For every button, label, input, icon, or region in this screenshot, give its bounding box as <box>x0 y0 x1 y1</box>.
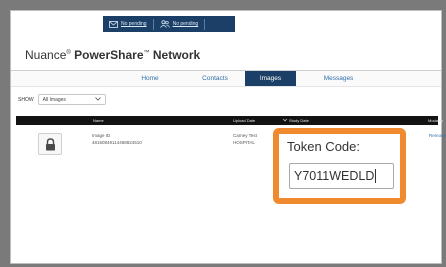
token-code-label: Token Code: <box>287 139 360 154</box>
sort-icon <box>283 116 287 125</box>
tab-messages[interactable]: Messages <box>311 71 366 86</box>
brand-product: PowerShare <box>74 48 144 62</box>
col-header-study-date: Study Date <box>289 118 309 123</box>
chevron-down-icon <box>94 96 101 103</box>
image-id-label: Image ID <box>92 133 111 138</box>
col-header-study-date-wrap[interactable]: Study Date <box>283 116 309 125</box>
messages-link-label: No pending <box>121 21 147 27</box>
brand-trademark: ® <box>66 50 71 56</box>
col-header-upload-date[interactable]: Upload Date <box>233 116 255 125</box>
location-line2: HOSPITAL <box>233 140 255 145</box>
token-code-input[interactable]: Y7011WEDLD <box>289 163 394 189</box>
lock-icon <box>38 133 62 155</box>
messages-link[interactable]: No pending <box>103 16 153 32</box>
brand-product-tail: Network <box>152 48 201 62</box>
people-icon <box>159 20 170 28</box>
tab-images[interactable]: Images <box>245 71 296 86</box>
show-filter: SHOW All Images <box>18 94 106 105</box>
col-header-name[interactable]: Name <box>93 116 104 125</box>
tab-contacts[interactable]: Contacts <box>189 71 241 86</box>
show-select-value: All Images <box>42 96 66 103</box>
remove-link[interactable]: Remove <box>429 133 446 138</box>
col-header-modality[interactable]: Modality <box>428 116 443 125</box>
app-window: No pending No pending Nuance® PowerShare… <box>10 10 446 264</box>
location-line1: Carney Test <box>233 133 257 138</box>
token-code-value: Y7011WEDLD <box>294 169 375 183</box>
contacts-link[interactable]: No pending <box>154 16 205 32</box>
text-caret <box>375 169 377 183</box>
show-label: SHOW <box>18 96 34 103</box>
top-bar-strip: No pending No pending <box>103 16 235 32</box>
table-header: Name Upload Date Study Date Modality <box>16 116 443 125</box>
contacts-link-label: No pending <box>172 21 199 27</box>
envelope-icon <box>109 20 118 28</box>
brand-logo: Nuance® PowerShare™ Network <box>25 48 200 62</box>
brand-tm: ™ <box>143 50 150 56</box>
top-bar: No pending No pending <box>11 11 441 36</box>
brand-company: Nuance <box>25 48 67 62</box>
token-code-callout: Token Code: Y7011WEDLD <box>273 128 406 204</box>
divider <box>204 18 206 30</box>
image-id-value: 48150849114468824510 <box>92 140 142 145</box>
tab-home[interactable]: Home <box>126 71 174 86</box>
show-select[interactable]: All Images <box>37 94 106 105</box>
main-nav: Home Contacts Images Messages <box>11 70 441 87</box>
